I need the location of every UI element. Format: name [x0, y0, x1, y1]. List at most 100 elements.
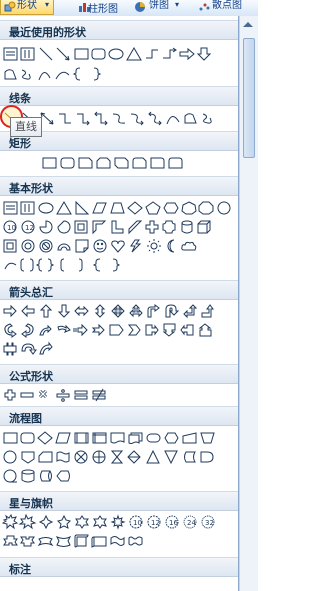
curve-shape-icon[interactable] — [38, 72, 51, 81]
left-arrow-callout-shape-icon[interactable] — [180, 324, 194, 336]
multidocument-shape-icon[interactable] — [128, 432, 143, 444]
preparation-shape-icon[interactable] — [164, 432, 179, 444]
curved-connector-shape-icon[interactable] — [112, 113, 126, 124]
oval-shape-icon[interactable] — [38, 202, 54, 214]
left-brace-shape-icon[interactable] — [92, 258, 101, 272]
octagon-shape-icon[interactable] — [198, 201, 214, 215]
5-point-star-shape-icon[interactable] — [57, 514, 71, 529]
left-bracket-shape-icon[interactable] — [60, 258, 65, 272]
32-point-star-shape-icon[interactable]: 32 — [201, 515, 215, 529]
right-arrow-callout-shape-icon[interactable] — [145, 324, 159, 336]
triangle-shape-icon[interactable] — [126, 47, 142, 61]
manual-operation-shape-icon[interactable] — [200, 432, 215, 444]
stored-data-shape-icon[interactable] — [184, 451, 196, 463]
or-shape-icon[interactable] — [92, 450, 106, 464]
pie-chart-button[interactable]: 饼图 ▾ — [132, 0, 186, 15]
16-point-star-shape-icon[interactable]: 16 — [165, 515, 179, 529]
hexagon-shape-icon[interactable] — [163, 202, 179, 214]
up-arrow-callout-shape-icon[interactable] — [198, 323, 212, 337]
data-shape-icon[interactable] — [55, 432, 71, 444]
pie-shape-icon[interactable]: 12 — [21, 220, 35, 234]
up-down-arrow-shape-icon[interactable] — [94, 304, 106, 318]
round-same-side-rectangle-shape-icon[interactable] — [168, 157, 183, 169]
predefined-process-shape-icon[interactable] — [74, 432, 89, 444]
right-triangle-shape-icon[interactable] — [75, 200, 90, 215]
l-shape-icon[interactable] — [111, 220, 124, 234]
round-single-corner-rectangle-shape-icon[interactable] — [150, 157, 165, 169]
down-ribbon-shape-icon[interactable] — [20, 536, 35, 547]
curved-left-arrow-shape-icon[interactable] — [21, 323, 34, 338]
equal-shape-icon[interactable] — [74, 390, 88, 400]
curved-up-arrow-shape-icon[interactable] — [39, 324, 52, 336]
freeform-shape-icon[interactable] — [4, 69, 17, 80]
heart-shape-icon[interactable] — [111, 240, 125, 253]
can-shape-icon[interactable] — [181, 220, 193, 234]
smiley-face-shape-icon[interactable] — [93, 239, 107, 253]
divide-shape-icon[interactable] — [56, 389, 70, 402]
10-point-star-shape-icon[interactable]: 10 — [129, 515, 143, 529]
elbow-connector-shape-icon[interactable] — [59, 113, 71, 124]
elbow-arrow-connector-shape-icon[interactable] — [77, 113, 90, 126]
pentagon-arrow-shape-icon[interactable] — [109, 324, 124, 336]
quad-arrow-callout-shape-icon[interactable] — [3, 342, 17, 356]
4-point-star-shape-icon[interactable] — [38, 514, 54, 530]
8-point-star-shape-icon[interactable] — [110, 514, 126, 530]
notched-right-arrow-shape-icon[interactable] — [91, 323, 105, 337]
pentagon-shape-icon[interactable] — [145, 201, 161, 215]
folded-corner-shape-icon[interactable] — [75, 239, 89, 253]
parallelogram-shape-icon[interactable] — [92, 202, 107, 214]
right-brace-shape-icon[interactable] — [112, 258, 121, 272]
internal-storage-shape-icon[interactable] — [92, 432, 107, 444]
u-turn-arrow-shape-icon[interactable] — [165, 304, 180, 318]
plaque-shape-icon[interactable] — [162, 220, 176, 234]
bent-arrow-shape-icon[interactable] — [147, 304, 160, 318]
textbox-shape-icon[interactable] — [3, 201, 18, 215]
arc-shape-icon[interactable] — [4, 262, 17, 270]
left-brace-shape-icon[interactable] — [72, 67, 81, 81]
magnetic-disk-shape-icon[interactable] — [21, 469, 35, 483]
up-arrow-shape-icon[interactable] — [39, 304, 53, 318]
scatter-chart-button[interactable]: 散点图 — [198, 0, 258, 15]
multiply-shape-icon[interactable] — [38, 389, 48, 399]
process-shape-icon[interactable] — [3, 432, 18, 444]
document-shape-icon[interactable] — [110, 432, 125, 444]
donut-shape-icon[interactable] — [21, 239, 35, 253]
moon-shape-icon[interactable] — [167, 239, 175, 253]
off-page-connector-shape-icon[interactable] — [21, 451, 35, 464]
explosion-1-shape-icon[interactable] — [2, 514, 19, 530]
7-point-star-shape-icon[interactable] — [93, 515, 107, 529]
snip-same-side-rectangle-shape-icon[interactable] — [96, 157, 111, 169]
down-arrow-shape-icon[interactable] — [196, 47, 212, 61]
right-arrow-shape-icon[interactable] — [179, 47, 195, 61]
quad-arrow-shape-icon[interactable] — [111, 304, 125, 318]
isosceles-triangle-shape-icon[interactable] — [56, 201, 72, 215]
vertical-scroll-shape-icon[interactable] — [74, 534, 89, 548]
24-point-star-shape-icon[interactable]: 24 — [183, 515, 197, 529]
cross-shape-icon[interactable] — [145, 220, 159, 234]
curved-down-arrow-shape-icon[interactable] — [57, 324, 71, 333]
left-right-up-arrow-shape-icon[interactable] — [129, 304, 143, 318]
explosion-2-shape-icon[interactable] — [18, 514, 37, 530]
right-brace-shape-icon[interactable] — [93, 67, 102, 81]
snip-diagonal-rectangle-shape-icon[interactable] — [114, 157, 129, 169]
down-arrow-shape-icon[interactable] — [57, 304, 71, 318]
rounded-rectangle-shape-icon[interactable] — [91, 48, 106, 60]
terminator-shape-icon[interactable] — [146, 433, 161, 443]
alternate-process-shape-icon[interactable] — [20, 432, 35, 444]
delay-shape-icon[interactable] — [200, 451, 214, 463]
scribble-shape-icon[interactable] — [202, 113, 212, 124]
scroll-up-arrow-icon[interactable] — [243, 22, 253, 27]
not-equal-shape-icon[interactable] — [92, 388, 106, 402]
trapezoid-shape-icon[interactable] — [110, 202, 125, 214]
double-arrow-line-shape-icon[interactable] — [40, 112, 54, 125]
no-symbol-shape-icon[interactable] — [39, 239, 53, 253]
vertical-scrollbar[interactable] — [239, 16, 258, 591]
horizontal-scroll-shape-icon[interactable] — [91, 536, 107, 548]
decision-shape-icon[interactable] — [37, 431, 53, 445]
rounded-rectangle-shape-icon[interactable] — [60, 157, 75, 169]
minus-shape-icon[interactable] — [20, 392, 34, 398]
chevron-shape-icon[interactable] — [127, 324, 141, 336]
curved-double-arrow-connector-shape-icon[interactable] — [148, 111, 162, 126]
oval-shape-icon[interactable] — [108, 48, 124, 60]
vertical-textbox-shape-icon[interactable] — [20, 47, 35, 61]
